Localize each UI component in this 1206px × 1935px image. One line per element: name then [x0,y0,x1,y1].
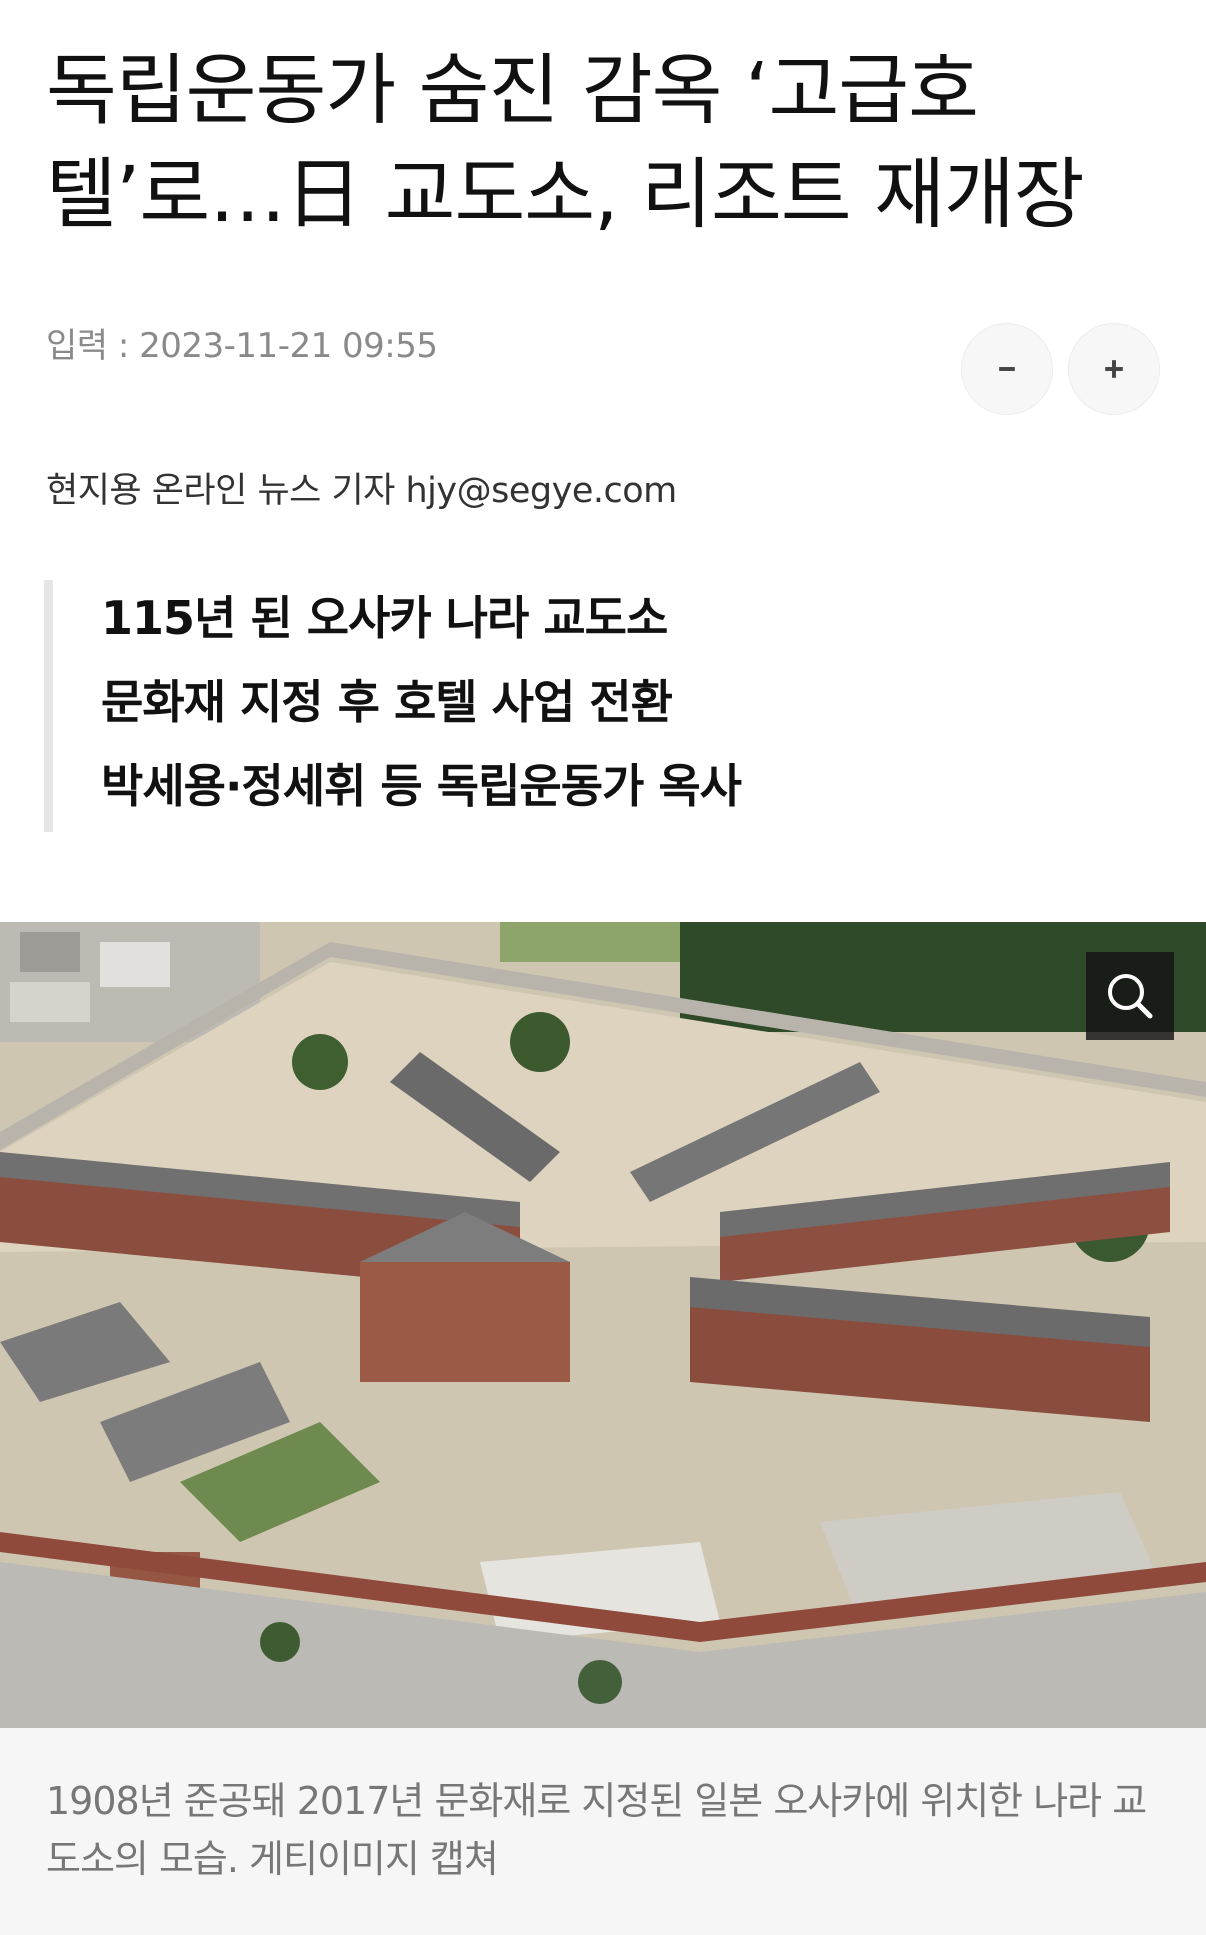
article-photo[interactable] [0,922,1206,1728]
photo-caption: 1908년 준공돼 2017년 문화재로 지정된 일본 오사카에 위치한 나라 … [46,1779,1147,1881]
search-icon [1108,974,1153,1019]
article-summary: 115년 된 오사카 나라 교도소 문화재 지정 후 호텔 사업 전환 박세용·… [44,580,1144,832]
plus-icon [1105,360,1123,378]
headline-line-1: 독립운동가 숨진 감옥 ‘고급호 [46,47,979,136]
summary-item: 문화재 지정 후 호텔 사업 전환 [101,675,673,729]
image-zoom-button[interactable] [1086,952,1174,1040]
font-size-decrease-button[interactable] [961,323,1053,415]
summary-item: 115년 된 오사카 나라 교도소 [101,591,668,645]
summary-item: 박세용·정세휘 등 독립운동가 옥사 [101,759,742,813]
font-size-increase-button[interactable] [1068,323,1160,415]
article-headline: 독립운동가 숨진 감옥 ‘고급호 텔’로…日 교도소, 리조트 재개장 [46,40,1166,248]
publish-date: 입력 : 2023-11-21 09:55 [46,326,438,366]
byline: 현지용 온라인 뉴스 기자 hjy@segye.com [46,471,677,511]
headline-line-2: 텔’로…日 교도소, 리조트 재개장 [46,151,1085,240]
minus-icon [999,367,1015,371]
prison-aerial-image [0,922,1206,1728]
